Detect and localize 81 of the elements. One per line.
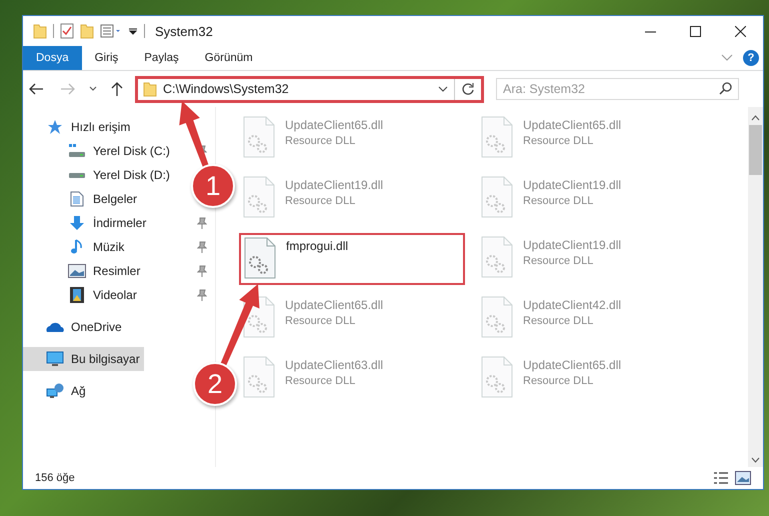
file-name: UpdateClient65.dll [523, 358, 622, 372]
down-arrow-icon [69, 215, 85, 231]
back-arrow-icon[interactable] [29, 83, 43, 95]
file-type: Resource DLL [523, 255, 594, 267]
dll-file-icon [243, 116, 275, 158]
dll-file-icon [481, 176, 513, 218]
drive-icon [68, 172, 86, 178]
nav-item[interactable]: Videolar [23, 283, 141, 307]
large-icons-view-icon[interactable] [735, 471, 751, 485]
dll-file-icon [244, 237, 276, 279]
file-name: UpdateClient19.dll [523, 178, 622, 192]
ribbon-tab[interactable]: Görünüm [192, 46, 266, 70]
dropdown-caret-icon[interactable] [128, 26, 138, 36]
nav-item[interactable]: Hızlı erişim [23, 115, 134, 139]
scrollbar[interactable] [748, 107, 763, 467]
search-icon[interactable] [719, 82, 732, 95]
dll-file-icon [243, 176, 275, 218]
music-note-icon [70, 239, 84, 255]
refresh-icon[interactable] [461, 82, 475, 96]
up-arrow-icon[interactable] [111, 82, 123, 96]
file-name: UpdateClient65.dll [285, 118, 384, 132]
folder-icon [143, 81, 157, 97]
nav-item[interactable]: Resimler [23, 259, 144, 283]
scroll-up-icon[interactable] [751, 115, 760, 121]
search-field[interactable]: Ara: System32 [496, 78, 739, 100]
ribbon-tab[interactable]: Giriş [82, 46, 132, 70]
file-name: UpdateClient19.dll [285, 178, 384, 192]
address-bar[interactable]: C:\Windows\System32 [135, 76, 484, 102]
nav-item[interactable]: Yerel Disk (C:) [23, 139, 174, 163]
file-type: Resource DLL [523, 375, 594, 387]
dll-file-icon [243, 356, 275, 398]
dll-file-icon [481, 356, 513, 398]
picture-icon [68, 264, 86, 278]
file-name: UpdateClient42.dll [523, 298, 622, 312]
ribbon-tab[interactable]: Dosya [23, 46, 82, 70]
file-type: Resource DLL [285, 135, 356, 147]
nav-item[interactable]: Belgeler [23, 187, 142, 211]
scrollbar-thumb[interactable] [749, 125, 762, 175]
item-count: 156 öğe [35, 472, 76, 484]
chevron-down-icon[interactable] [438, 86, 448, 92]
arrow [179, 101, 209, 168]
file-type: Resource DLL [285, 195, 356, 207]
window-title: System32 [155, 24, 214, 38]
maximize-icon[interactable] [690, 26, 701, 36]
drive-icon [68, 143, 86, 159]
dll-file-icon [481, 116, 513, 158]
file-type: Resource DLL [285, 315, 356, 327]
file-name: UpdateClient19.dll [523, 238, 622, 252]
nav-item[interactable]: İndirmeler [23, 211, 150, 235]
nav-item[interactable]: OneDrive [23, 315, 126, 339]
dll-file-icon [481, 236, 513, 278]
nav-item[interactable]: Yerel Disk (D:) [23, 163, 174, 187]
dll-file-icon [481, 296, 513, 338]
file-name: UpdateClient63.dll [285, 358, 384, 372]
film-icon [69, 287, 85, 303]
file-name: UpdateClient65.dll [523, 118, 622, 132]
document-icon [70, 191, 84, 207]
nav-item[interactable]: Müzik [23, 235, 128, 259]
cloud-icon [45, 320, 65, 334]
properties-icon[interactable] [100, 23, 122, 39]
monitor-icon [46, 351, 64, 367]
help-button[interactable]: ? [743, 50, 759, 66]
file-item[interactable]: fmprogui.dll [239, 233, 465, 285]
folder-icon [33, 23, 47, 39]
file-type: Resource DLL [523, 135, 594, 147]
checklist-icon[interactable] [60, 23, 74, 39]
star-icon [47, 119, 63, 135]
file-name: fmprogui.dll [286, 239, 348, 253]
file-type: Resource DLL [523, 195, 594, 207]
file-type: Resource DLL [523, 315, 594, 327]
ribbon-tab[interactable]: Paylaş [131, 46, 192, 70]
file-type: Resource DLL [285, 375, 356, 387]
file-name: UpdateClient65.dll [285, 298, 384, 312]
nav-item[interactable]: Bu bilgisayar [23, 347, 144, 371]
nav-item[interactable]: Ağ [23, 379, 90, 403]
folder-icon [80, 23, 94, 39]
network-icon [46, 383, 64, 399]
chevron-down-icon[interactable] [89, 86, 97, 92]
scroll-down-icon[interactable] [751, 457, 760, 463]
details-view-icon[interactable] [713, 471, 729, 485]
close-icon[interactable] [735, 26, 746, 36]
